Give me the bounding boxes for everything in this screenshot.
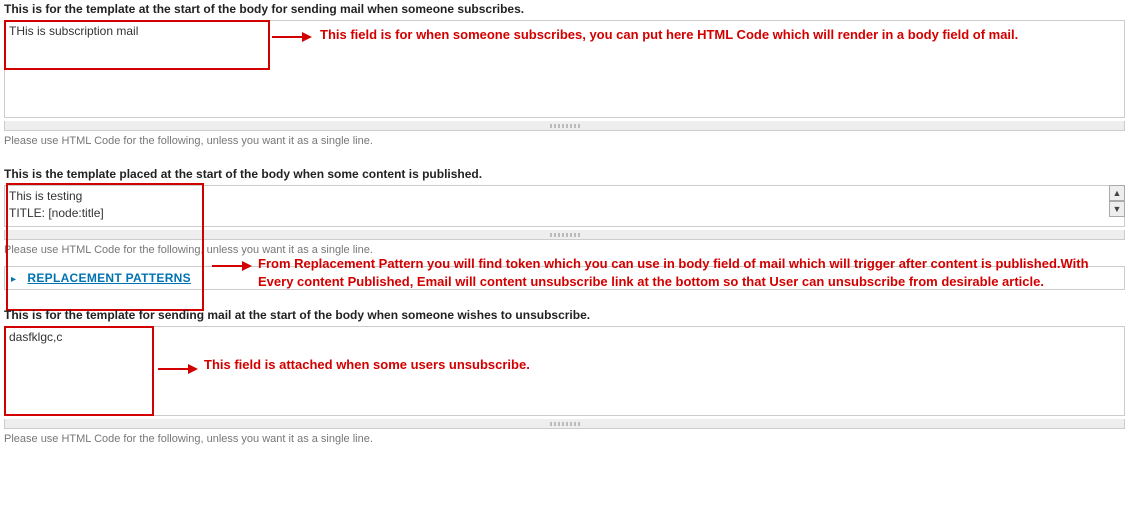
subscribe-template-section: This is for the template at the start of…	[0, 0, 1129, 161]
textarea-scroll-controls[interactable]: ▲ ▼	[1109, 185, 1125, 217]
subscribe-annotation: This field is for when someone subscribe…	[320, 26, 1110, 44]
expand-arrow-icon[interactable]: ▸	[11, 274, 16, 285]
unsubscribe-template-label: This is for the template for sending mai…	[0, 306, 1129, 326]
resize-grippie[interactable]	[4, 230, 1125, 240]
scroll-up-icon[interactable]: ▲	[1109, 185, 1125, 201]
publish-template-label: This is the template placed at the start…	[0, 165, 1129, 185]
subscribe-template-label: This is for the template at the start of…	[0, 0, 1129, 20]
publish-template-section: This is the template placed at the start…	[0, 165, 1129, 290]
resize-grippie[interactable]	[4, 121, 1125, 131]
arrow-icon	[158, 362, 198, 376]
scroll-down-icon[interactable]: ▼	[1109, 201, 1125, 217]
unsubscribe-template-section: This is for the template for sending mai…	[0, 306, 1129, 459]
publish-annotation: From Replacement Pattern you will find t…	[258, 255, 1098, 290]
unsubscribe-annotation: This field is attached when some users u…	[204, 356, 704, 374]
unsubscribe-template-help: Please use HTML Code for the following, …	[0, 431, 1129, 459]
replacement-patterns-link[interactable]: REPLACEMENT PATTERNS	[19, 267, 199, 289]
publish-template-wrap: ▲ ▼	[4, 185, 1125, 230]
resize-grippie[interactable]	[4, 419, 1125, 429]
subscribe-template-help: Please use HTML Code for the following, …	[0, 133, 1129, 161]
arrow-icon	[272, 30, 312, 44]
arrow-icon	[212, 259, 252, 273]
publish-template-textarea[interactable]	[4, 185, 1125, 227]
